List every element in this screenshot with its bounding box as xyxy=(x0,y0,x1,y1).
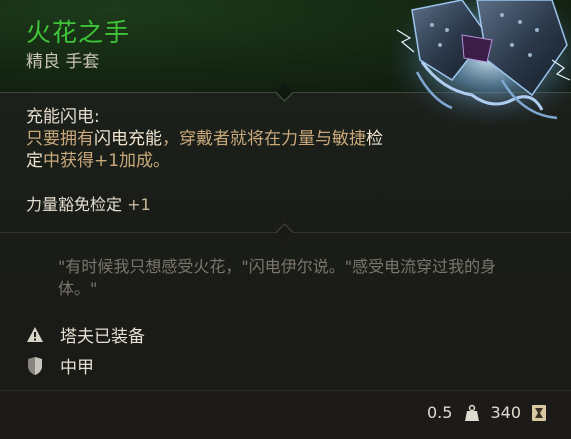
tooltip-footer: 0.5 340 xyxy=(0,390,571,439)
armor-type-property: 中甲 xyxy=(26,353,94,378)
ability-desc-prefix: 只要拥有 xyxy=(26,129,94,149)
flavor-text: "有时候我只想感受火花，"闪电伊尔说。"感受电流穿过我的身体。" xyxy=(58,257,497,298)
ability-block: 充能闪电: 只要拥有闪电充能，穿戴者就将在力量与敏捷检定中获得+1加成。 xyxy=(26,106,396,172)
ability-desc-mid: ，穿戴者就将在力量与敏捷 xyxy=(162,129,366,149)
footer-stats: 0.5 340 xyxy=(427,403,547,422)
armor-type-label: 中甲 xyxy=(60,358,94,378)
gold-coin-icon xyxy=(532,404,546,421)
shield-icon xyxy=(28,356,42,375)
gauntlets-image xyxy=(392,0,571,125)
item-rarity-type: 精良 手套 xyxy=(26,52,100,72)
keyword-lightning-charge[interactable]: 闪电充能 xyxy=(94,129,162,149)
ability-description: 只要拥有闪电充能，穿戴者就将在力量与敏捷检定中获得+1加成。 xyxy=(26,128,396,172)
equipped-label: 塔夫已装备 xyxy=(60,327,145,347)
bonus-value: +1 xyxy=(127,195,151,214)
weight-icon xyxy=(465,404,480,421)
bonus-label: 力量豁免检定 xyxy=(26,195,123,214)
warning-icon xyxy=(27,326,43,342)
item-name: 火花之手 xyxy=(26,18,131,47)
equipped-property: 塔夫已装备 xyxy=(26,322,145,347)
saving-throw-bonus: 力量豁免检定 +1 xyxy=(26,195,151,215)
ability-desc-suffix: 中获得+1加成。 xyxy=(43,151,171,171)
item-tooltip: 火花之手 精良 手套 充能闪电: 只要拥有闪电充能，穿戴者就将在力量与敏捷检定中… xyxy=(0,0,571,439)
ability-title: 充能闪电: xyxy=(26,107,100,127)
gold-value: 340 xyxy=(490,403,521,422)
section-divider-notch xyxy=(275,223,294,242)
weight-value: 0.5 xyxy=(427,403,453,422)
